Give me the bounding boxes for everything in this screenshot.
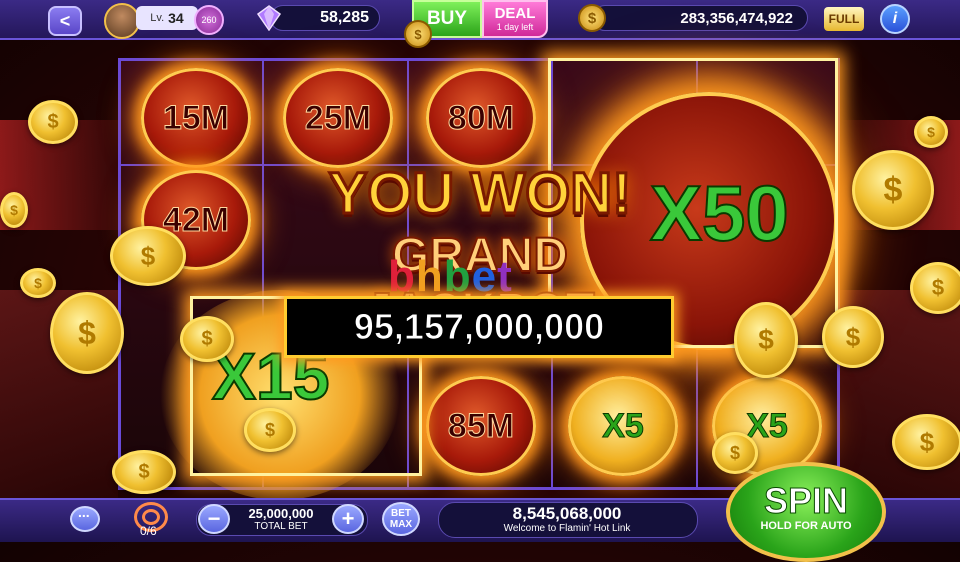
coin-icon: $ — [20, 268, 56, 298]
coin-icon: $ — [110, 226, 186, 286]
coin-icon: $ — [28, 100, 78, 144]
chat-button[interactable] — [70, 504, 100, 532]
coin-icon: $ — [914, 116, 948, 148]
reel-symbol: 80M — [426, 68, 536, 168]
level-indicator: Lv. 34 — [136, 6, 198, 30]
total-bet-label: TOTAL BET — [254, 521, 308, 532]
avatar[interactable] — [104, 3, 140, 39]
win-headline: YOU WON! — [327, 160, 633, 228]
coin-icon: $ — [0, 192, 28, 228]
gem-icon — [256, 5, 282, 31]
welcome-message: Welcome to Flamin' Hot Link — [503, 523, 631, 534]
reel-symbol-multiplier: X5 — [568, 376, 678, 476]
coin-icon: $ — [892, 414, 960, 470]
coin-icon: $ — [852, 150, 934, 230]
gem-balance: 58,285 — [270, 5, 380, 31]
increase-bet-button[interactable]: + — [332, 504, 364, 534]
coin-icon: $ — [404, 20, 432, 48]
win-amount: 95,157,000,000 — [284, 296, 674, 358]
deal-label: DEAL — [494, 4, 536, 22]
coin-balance: 283,356,474,922 — [592, 5, 808, 31]
spin-sublabel: HOLD FOR AUTO — [760, 520, 852, 532]
watermark-letter: b — [388, 252, 416, 301]
level-prefix: Lv. — [150, 12, 165, 24]
watermark-letter: h — [415, 252, 444, 301]
coin-icon: $ — [244, 408, 296, 452]
decrease-bet-button[interactable]: − — [198, 504, 230, 534]
reel-symbol: 15M — [141, 68, 251, 168]
back-icon: < — [59, 10, 71, 31]
level-badge: 260 — [194, 5, 224, 35]
win-balance: 8,545,068,000 — [512, 504, 622, 523]
deal-timer: 1 day left — [496, 21, 534, 32]
coin-icon: $ — [822, 306, 884, 368]
watermark-logo: bhbet — [388, 252, 513, 302]
bet-max-button[interactable]: BET MAX — [382, 502, 420, 536]
info-button[interactable]: i — [880, 4, 910, 34]
spin-label: SPIN — [763, 480, 849, 522]
coin-icon: $ — [578, 4, 606, 32]
deal-button[interactable]: DEAL 1 day left — [482, 0, 548, 38]
fullscreen-button[interactable]: FULL — [824, 7, 864, 31]
target-progress: 0/6 — [140, 524, 157, 538]
coin-icon: $ — [50, 292, 124, 374]
reel-symbol: 85M — [426, 376, 536, 476]
coin-icon: $ — [734, 302, 798, 378]
multiplier-label: X5 — [602, 406, 645, 445]
level-value: 34 — [168, 10, 184, 26]
total-bet-value: 25,000,000 — [248, 506, 314, 521]
bet-max-label: BET — [391, 508, 411, 519]
coin-icon: $ — [180, 316, 234, 362]
coin-icon: $ — [910, 262, 960, 314]
watermark-letter: t — [497, 252, 513, 301]
watermark-letter: e — [471, 252, 498, 301]
reel-symbol: 25M — [283, 68, 393, 168]
coin-icon: $ — [712, 432, 758, 474]
watermark-letter: b — [443, 252, 472, 301]
coin-icon: $ — [112, 450, 176, 494]
back-button[interactable]: < — [48, 6, 82, 36]
bet-max-label: MAX — [389, 519, 413, 530]
